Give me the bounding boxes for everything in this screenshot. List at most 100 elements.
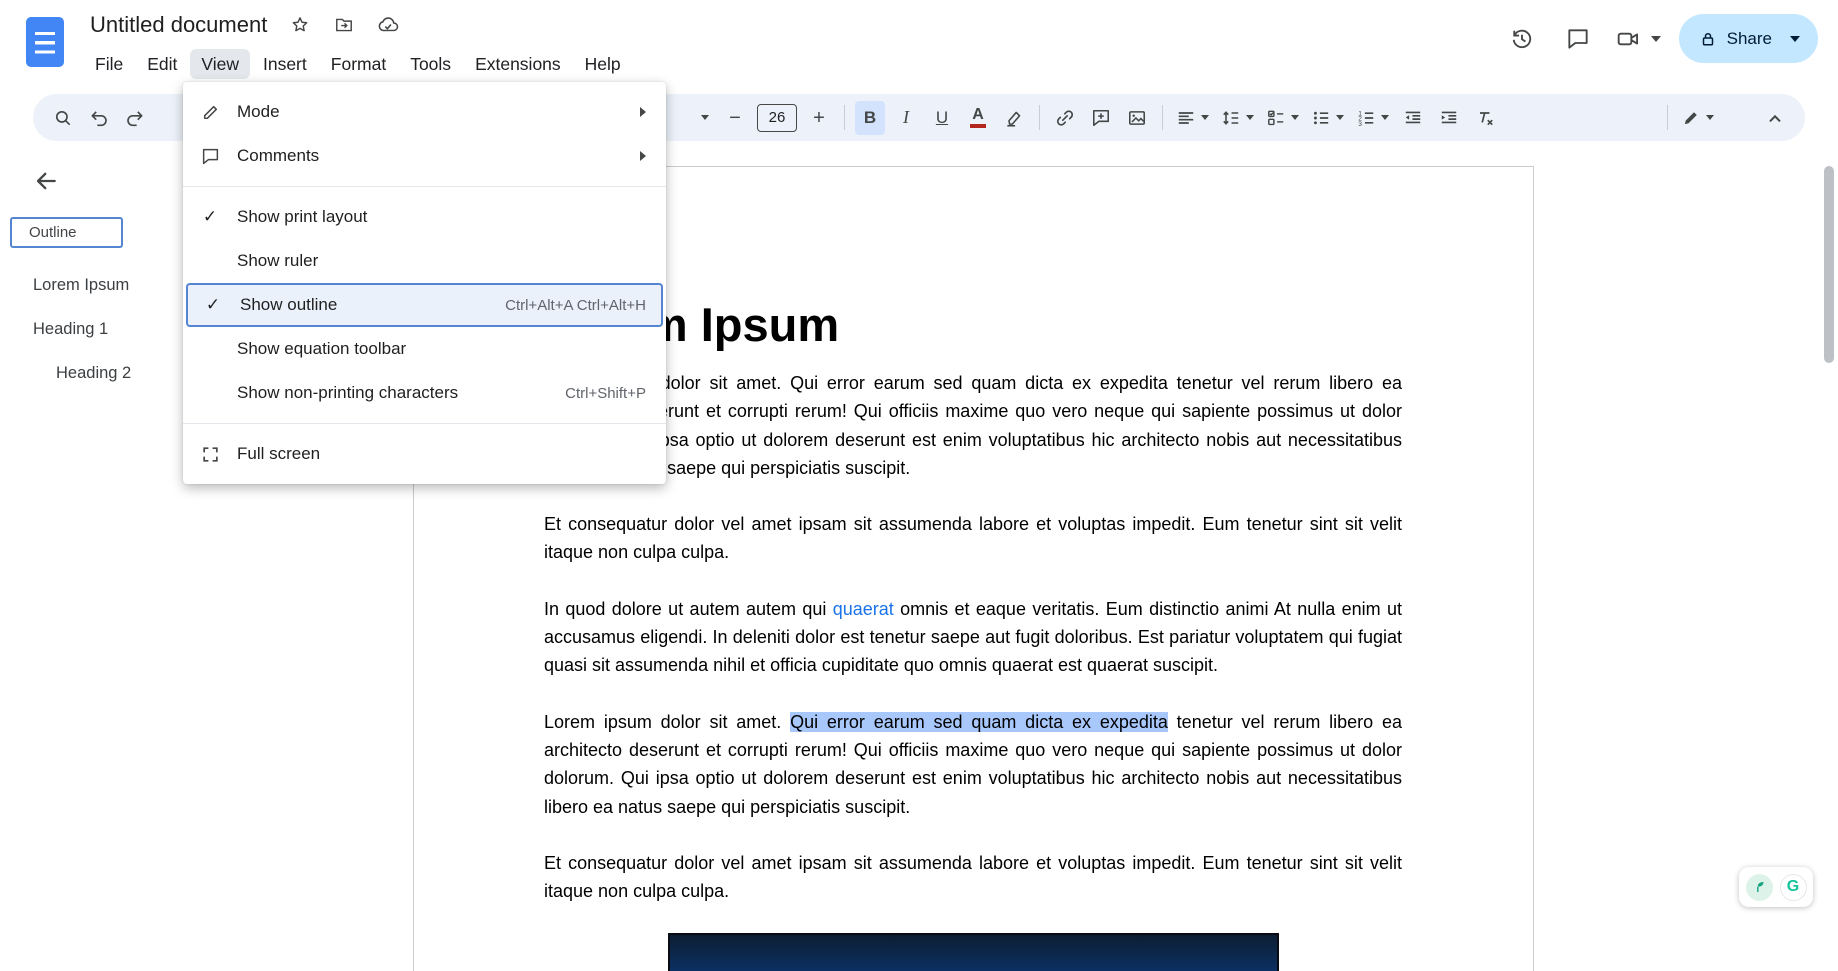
font-size-input[interactable]: 26	[757, 104, 797, 132]
checklist-button[interactable]	[1263, 101, 1302, 135]
view-menu-item-comments[interactable]: Comments	[183, 134, 666, 178]
text-run: In quod dolore ut autem autem qui	[544, 599, 833, 619]
underline-button[interactable]: U	[927, 101, 957, 135]
paragraph[interactable]: Lorem ipsum dolor sit amet. Qui error ea…	[544, 369, 1402, 482]
text-link[interactable]: quaerat	[833, 599, 894, 619]
menu-item-label: Show ruler	[237, 251, 646, 271]
menu-shortcut: Ctrl+Alt+A Ctrl+Alt+H	[505, 297, 646, 314]
view-menu-dropdown: ModeComments✓Show print layoutShow ruler…	[183, 82, 666, 484]
paragraph[interactable]: Et consequatur dolor vel amet ipsam sit …	[544, 510, 1402, 567]
redo-icon[interactable]	[120, 101, 150, 135]
increase-indent-icon[interactable]	[1434, 101, 1464, 135]
menu-item-label: Show non-printing characters	[237, 383, 553, 403]
menu-insert[interactable]: Insert	[252, 49, 318, 79]
menu-item-label: Comments	[237, 146, 640, 166]
view-menu-item-show-outline[interactable]: ✓Show outline Ctrl+Alt+A Ctrl+Alt+H	[186, 283, 663, 327]
menu-file[interactable]: File	[84, 49, 134, 79]
svg-text:3: 3	[1358, 121, 1362, 128]
submenu-arrow-icon	[640, 151, 646, 161]
grammarly-widget[interactable]: G	[1739, 867, 1813, 907]
line-spacing-button[interactable]	[1218, 101, 1257, 135]
vertical-scrollbar[interactable]	[1824, 166, 1834, 363]
text-color-button[interactable]: A	[963, 101, 993, 135]
share-chevron-down-icon[interactable]	[1790, 36, 1800, 42]
italic-button[interactable]: I	[891, 101, 921, 135]
meet-button[interactable]	[1611, 16, 1661, 62]
lock-icon	[1699, 30, 1717, 48]
docs-logo-icon[interactable]	[26, 17, 64, 67]
menu-format[interactable]: Format	[320, 49, 397, 79]
meet-chevron-down-icon[interactable]	[1651, 36, 1661, 42]
increase-font-size-button[interactable]: +	[804, 101, 834, 135]
outline-tab[interactable]: Outline	[10, 217, 123, 248]
document-title-input[interactable]: Untitled document	[90, 12, 267, 38]
text-run: Lorem ipsum dolor sit amet. Qui error ea…	[544, 373, 1402, 478]
align-button[interactable]	[1173, 101, 1212, 135]
move-folder-icon[interactable]	[333, 14, 355, 36]
menu-edit[interactable]: Edit	[136, 49, 188, 79]
menu-item-label: Full screen	[237, 444, 646, 464]
text-color-letter: A	[972, 107, 984, 122]
checkmark-icon: ✓	[183, 207, 237, 227]
decrease-indent-icon[interactable]	[1398, 101, 1428, 135]
highlight-color-icon[interactable]	[999, 101, 1029, 135]
editing-mode-button[interactable]	[1678, 101, 1717, 135]
add-comment-icon[interactable]	[1086, 101, 1116, 135]
menu-item-label: Show equation toolbar	[237, 339, 646, 359]
embedded-image[interactable]	[668, 933, 1279, 971]
outline-tab-label: Outline	[29, 224, 77, 241]
view-menu-item-show-non-printing-characters[interactable]: Show non-printing charactersCtrl+Shift+P	[183, 371, 666, 415]
paragraph[interactable]: Et consequatur dolor vel amet ipsam sit …	[544, 849, 1402, 906]
menu-view[interactable]: View	[190, 49, 250, 79]
comments-icon[interactable]	[1555, 16, 1601, 62]
menubar: FileEditViewInsertFormatToolsExtensionsH…	[84, 49, 632, 79]
view-menu-item-show-print-layout[interactable]: ✓Show print layout	[183, 195, 666, 239]
document-heading[interactable]: Lorem Ipsum	[544, 297, 1402, 353]
menu-item-label: Show outline	[240, 295, 493, 315]
hide-menus-chevron-up-icon[interactable]	[1760, 101, 1790, 135]
paragraphs: Lorem ipsum dolor sit amet. Qui error ea…	[544, 369, 1402, 905]
share-button[interactable]: Share	[1679, 14, 1818, 63]
view-menu-item-show-equation-toolbar[interactable]: Show equation toolbar	[183, 327, 666, 371]
menu-help[interactable]: Help	[574, 49, 632, 79]
topbar: Untitled document FileEditViewInsertForm…	[0, 0, 1838, 88]
insert-image-icon[interactable]	[1122, 101, 1152, 135]
clear-formatting-icon[interactable]	[1470, 101, 1500, 135]
text-run: Et consequatur dolor vel amet ipsam sit …	[544, 514, 1402, 562]
version-history-icon[interactable]	[1499, 16, 1545, 62]
view-menu-item-full-screen[interactable]: Full screen	[183, 432, 666, 476]
undo-icon[interactable]	[84, 101, 114, 135]
toolbar-divider	[844, 105, 845, 130]
menu-extensions[interactable]: Extensions	[464, 49, 572, 79]
view-menu-item-show-ruler[interactable]: Show ruler	[183, 239, 666, 283]
bold-button[interactable]: B	[855, 101, 885, 135]
paragraph[interactable]: Lorem ipsum dolor sit amet. Qui error ea…	[544, 708, 1402, 821]
close-outline-back-icon[interactable]	[33, 168, 61, 196]
toolbar-divider	[1667, 105, 1668, 130]
numbered-list-button[interactable]: 123	[1353, 101, 1392, 135]
grammarly-g-icon[interactable]: G	[1780, 874, 1807, 901]
menu-separator	[183, 423, 666, 424]
title-row: Untitled document	[90, 12, 399, 38]
grammarly-plant-icon[interactable]	[1746, 874, 1773, 901]
text-run: Et consequatur dolor vel amet ipsam sit …	[544, 853, 1402, 901]
google-docs-app: Untitled document FileEditViewInsertForm…	[0, 0, 1838, 971]
video-camera-icon	[1611, 16, 1645, 62]
font-family-chevron-icon[interactable]	[696, 101, 714, 135]
star-icon[interactable]	[289, 14, 311, 36]
menu-item-label: Mode	[237, 102, 640, 122]
comment-icon	[183, 147, 237, 166]
decrease-font-size-button[interactable]: −	[720, 101, 750, 135]
cloud-status-icon[interactable]	[377, 14, 399, 36]
search-menus-icon[interactable]	[48, 101, 78, 135]
insert-link-icon[interactable]	[1050, 101, 1080, 135]
paragraph[interactable]: In quod dolore ut autem autem qui quaera…	[544, 595, 1402, 680]
topbar-right: Share	[1499, 14, 1818, 63]
text-run: Lorem ipsum dolor sit amet.	[544, 712, 790, 732]
view-menu-list: ModeComments✓Show print layoutShow ruler…	[183, 90, 666, 476]
view-menu-item-mode[interactable]: Mode	[183, 90, 666, 134]
checkmark-icon: ✓	[186, 295, 240, 315]
menu-tools[interactable]: Tools	[399, 49, 462, 79]
bulleted-list-button[interactable]	[1308, 101, 1347, 135]
menu-item-label: Show print layout	[237, 207, 646, 227]
